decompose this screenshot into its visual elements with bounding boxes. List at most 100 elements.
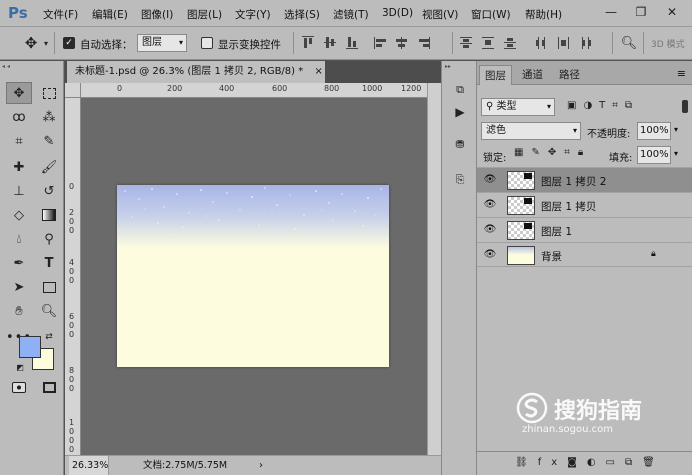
vertical-scrollbar[interactable] — [427, 83, 441, 455]
align-icons[interactable] — [300, 35, 450, 51]
ruler-label: 1200 — [401, 84, 422, 93]
layer-row-copy-2[interactable]: 👁︎ 图层 1 拷贝 2 — [477, 167, 692, 192]
menu-type[interactable]: 文字(Y) — [235, 7, 271, 22]
document-tab[interactable]: 未标题-1.psd @ 26.3% (图层 1 拷贝 2, RGB/8) * × — [67, 61, 325, 83]
eyedropper-tool-icon[interactable]: ✎ — [36, 130, 62, 152]
restore-icon[interactable]: ❐ — [632, 4, 650, 20]
clone-stamp-tool-icon[interactable]: ⊥ — [6, 180, 32, 202]
search-icon[interactable]: 🔍︎ — [620, 34, 638, 52]
marquee-tool-icon[interactable] — [36, 82, 62, 104]
tool-preset-arrow-icon[interactable]: ▾ — [41, 35, 51, 51]
menu-filter[interactable]: 滤镜(T) — [333, 7, 369, 22]
menu-edit[interactable]: 编辑(E) — [92, 7, 128, 22]
layers-panel-footer: ⛓fx◙◐▭⧉🗑︎ — [477, 451, 692, 475]
actions-play-icon[interactable]: ▶ — [448, 103, 472, 121]
default-colors-icon[interactable]: ◩ — [14, 361, 26, 373]
tab-channels[interactable]: 通道 — [517, 65, 548, 85]
opacity-value: 100% — [640, 125, 669, 136]
panel-menu-icon[interactable]: ≡ — [677, 67, 686, 80]
zoom-tool-icon[interactable]: 🔍︎ — [36, 300, 62, 322]
toolbox-collapse-icon[interactable]: ◂◂ — [2, 63, 62, 70]
brush-tool-icon[interactable]: 🖌︎ — [36, 156, 62, 178]
healing-brush-tool-icon[interactable]: ✚ — [6, 156, 32, 178]
menu-window[interactable]: 窗口(W) — [471, 7, 511, 22]
lock-icon: 🔒︎ — [651, 249, 656, 259]
menu-layer[interactable]: 图层(L) — [187, 7, 222, 22]
minimize-icon[interactable]: — — [602, 4, 620, 20]
swap-colors-icon[interactable]: ⇄ — [43, 331, 55, 343]
history-brush-tool-icon[interactable]: ↺ — [36, 180, 62, 202]
screen-mode-icon[interactable] — [36, 376, 62, 398]
filter-toggle[interactable] — [682, 100, 688, 113]
pen-tool-icon[interactable]: ✒ — [6, 252, 32, 274]
layer-row-background[interactable]: 👁︎ 背景 🔒︎ — [477, 242, 692, 267]
layer-action-icons[interactable]: ⛓fx◙◐▭⧉🗑︎ — [515, 457, 690, 471]
status-bar: 26.33% 文档:2.75M/5.75M › — [65, 455, 441, 475]
zoom-level[interactable]: 26.33% — [69, 456, 109, 475]
eye-icon[interactable]: 👁︎ — [483, 175, 497, 185]
lasso-tool-icon[interactable]: ꝏ — [6, 106, 32, 128]
eye-icon[interactable]: 👁︎ — [483, 250, 497, 260]
crop-tool-icon[interactable]: ⌗ — [6, 130, 32, 152]
menu-bar: Ps 文件(F) 编辑(E) 图像(I) 图层(L) 文字(Y) 选择(S) 滤… — [0, 0, 692, 27]
ruler-label: 8 0 0 — [69, 366, 75, 393]
magic-wand-tool-icon[interactable]: ⁂ — [36, 106, 62, 128]
close-icon[interactable]: ✕ — [663, 4, 681, 20]
fill-chevron-icon[interactable]: ▾ — [674, 149, 678, 158]
close-tab-icon[interactable]: × — [314, 66, 322, 77]
strip-collapse-icon[interactable]: ▸▸ — [445, 63, 473, 70]
status-menu-icon[interactable]: › — [259, 456, 263, 475]
tab-layers[interactable]: 图层 — [479, 65, 512, 85]
type-tool-icon[interactable]: T — [36, 252, 62, 274]
foreground-color-swatch[interactable] — [19, 336, 41, 358]
quick-mask-icon[interactable] — [6, 376, 32, 398]
eraser-tool-icon[interactable]: ◇ — [6, 204, 32, 226]
menu-3d[interactable]: 3D(D) — [382, 7, 413, 19]
opacity-chevron-icon[interactable]: ▾ — [674, 125, 678, 134]
path-selection-tool-icon[interactable]: ➤ — [6, 276, 32, 298]
auto-select-dropdown[interactable]: 图层 ▾ — [137, 34, 187, 52]
3d-mode-label[interactable]: 3D 模式 — [651, 37, 685, 50]
move-tool-icon[interactable]: ✥ — [6, 82, 32, 104]
ruler-label: 200 — [167, 84, 183, 93]
opacity-field[interactable]: 100% — [637, 122, 671, 140]
ruler-origin[interactable] — [65, 83, 81, 98]
blend-mode-dropdown[interactable]: 滤色 ▾ — [481, 122, 581, 140]
lock-icons[interactable]: ▦✎✥⌗🔒︎ — [514, 147, 599, 161]
document-area: 未标题-1.psd @ 26.3% (图层 1 拷贝 2, RGB/8) * ×… — [65, 61, 441, 475]
3d-panel-icon[interactable]: ⛃ — [448, 135, 472, 153]
eye-icon[interactable]: 👁︎ — [483, 225, 497, 235]
watermark: 搜狗指南 zhinan.sogou.com — [512, 390, 692, 435]
ruler-label: 2 0 0 — [69, 208, 75, 235]
menu-file[interactable]: 文件(F) — [43, 7, 78, 22]
layer-row-copy[interactable]: 👁︎ 图层 1 拷贝 — [477, 192, 692, 217]
fill-field[interactable]: 100% — [637, 146, 671, 164]
rectangle-tool-icon[interactable] — [36, 276, 62, 298]
show-transform-checkbox[interactable] — [201, 37, 213, 49]
menu-view[interactable]: 视图(V) — [422, 7, 458, 22]
layer-filter-dropdown[interactable]: ⚲ 类型 ▾ — [481, 98, 555, 116]
layer-filter-icons[interactable]: ▣◑T⌗⧉ — [567, 100, 677, 114]
distribute-icons[interactable] — [458, 35, 608, 51]
dodge-tool-icon[interactable]: ⚲ — [36, 228, 62, 250]
properties-icon[interactable]: ⎘ — [448, 171, 472, 189]
ruler-label: 0 — [117, 84, 123, 93]
menu-help[interactable]: 帮助(H) — [525, 7, 562, 22]
blur-tool-icon[interactable]: 💧︎ — [6, 228, 32, 250]
auto-select-checkbox[interactable]: ✓ — [63, 37, 75, 49]
gradient-tool-icon[interactable] — [36, 204, 62, 226]
ruler-label: 4 0 0 — [69, 258, 75, 285]
eye-icon[interactable]: 👁︎ — [483, 200, 497, 210]
panel-tabs: 图层 通道 路径 ≡ — [477, 61, 692, 85]
history-icon[interactable]: ⧉ — [448, 81, 472, 99]
menu-image[interactable]: 图像(I) — [141, 7, 173, 22]
chevron-down-icon: ▾ — [178, 38, 183, 47]
move-tool-icon[interactable]: ✥ — [22, 33, 40, 53]
layer-thumbnail — [507, 171, 535, 190]
layer-row-1[interactable]: 👁︎ 图层 1 — [477, 217, 692, 242]
watermark-brand: 搜狗指南 — [554, 399, 643, 424]
tab-paths[interactable]: 路径 — [554, 65, 585, 85]
hand-tool-icon[interactable]: ✋︎ — [6, 300, 32, 322]
document-canvas[interactable] — [117, 185, 389, 367]
menu-select[interactable]: 选择(S) — [284, 7, 320, 22]
